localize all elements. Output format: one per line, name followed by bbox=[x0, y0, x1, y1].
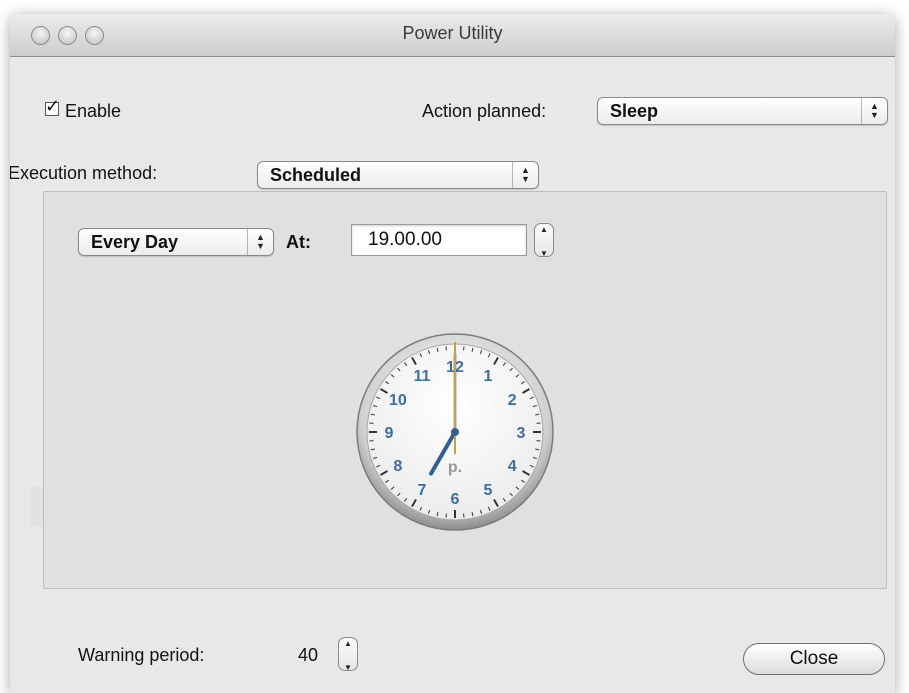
updown-arrows-icon: ▲ ▼ bbox=[861, 98, 887, 124]
action-planned-value: Sleep bbox=[610, 101, 659, 121]
updown-arrows-icon: ▲ ▼ bbox=[512, 162, 538, 188]
close-button[interactable]: Close bbox=[743, 643, 885, 675]
analog-clock: 121234567891011 p. bbox=[356, 333, 554, 531]
clock-number: 2 bbox=[508, 392, 517, 409]
execution-method-label: Execution method: bbox=[10, 163, 158, 183]
window-content: ✓ Enable Action planned: Sleep ▲ ▼ Execut… bbox=[10, 57, 895, 693]
clock-number: 5 bbox=[484, 482, 493, 499]
updown-arrows-icon: ▲ ▼ bbox=[247, 229, 273, 255]
time-stepper[interactable]: ▲ ▼ bbox=[534, 223, 554, 258]
window-title: Power Utility bbox=[402, 23, 503, 43]
clock-number: 10 bbox=[389, 392, 407, 409]
power-utility-window: Power Utility ✓ Enable Action planned: S… bbox=[10, 14, 895, 693]
warning-period-label: Warning period: bbox=[78, 645, 205, 665]
warning-period-stepper[interactable]: ▲ ▼ bbox=[338, 637, 358, 672]
clock-number: 6 bbox=[451, 491, 460, 508]
execution-method-value: Scheduled bbox=[270, 165, 362, 185]
clock-number: 1 bbox=[484, 368, 493, 385]
time-field[interactable]: 19.00.00 bbox=[351, 224, 527, 256]
clock-period: p. bbox=[448, 459, 462, 476]
clock-number: 11 bbox=[414, 368, 431, 385]
enable-label[interactable]: Enable bbox=[65, 101, 121, 122]
clock-center bbox=[451, 428, 459, 436]
repeat-popup[interactable]: Every Day ▲ ▼ bbox=[78, 228, 274, 256]
action-planned-label: Action planned: bbox=[422, 101, 547, 121]
action-planned-popup[interactable]: Sleep ▲ ▼ bbox=[597, 97, 888, 125]
repeat-value: Every Day bbox=[91, 232, 179, 252]
title-bar[interactable]: Power Utility bbox=[10, 14, 895, 57]
execution-method-popup[interactable]: Scheduled ▲ ▼ bbox=[257, 161, 539, 189]
checkmark-icon: ✓ bbox=[45, 96, 61, 116]
clock-number: 7 bbox=[418, 482, 427, 499]
warning-period-value: 40 bbox=[298, 645, 319, 665]
clock-number: 9 bbox=[385, 425, 394, 442]
clock-number: 4 bbox=[508, 458, 517, 475]
at-label: At: bbox=[286, 232, 311, 252]
clock-number: 3 bbox=[517, 425, 526, 442]
clock-number: 8 bbox=[393, 458, 402, 475]
enable-checkbox[interactable]: ✓ bbox=[45, 97, 60, 116]
